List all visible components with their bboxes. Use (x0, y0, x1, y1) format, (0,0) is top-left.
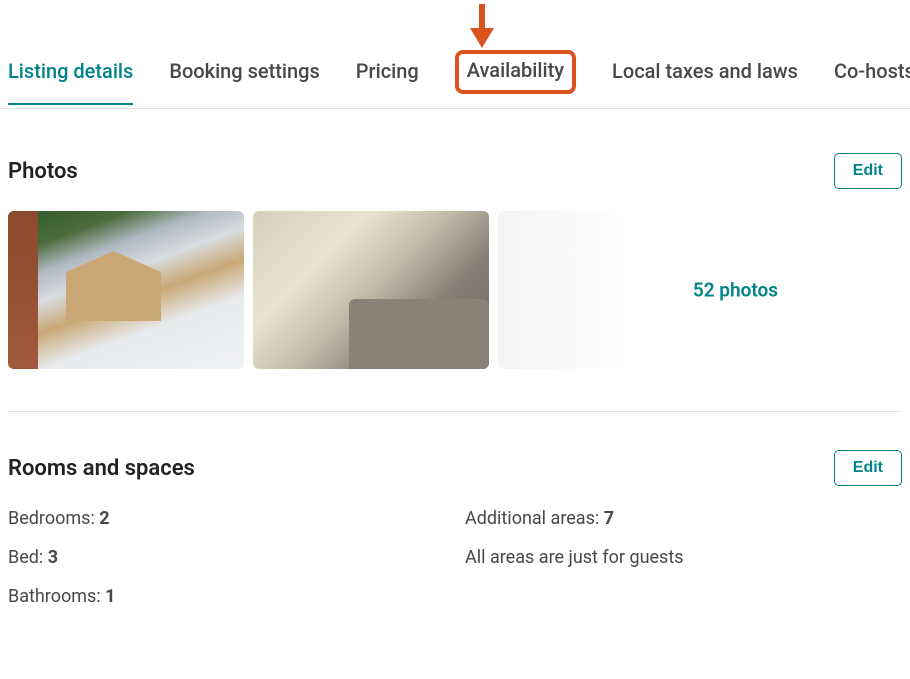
room-label: Bedrooms: (8, 508, 99, 529)
room-bed: Bed: 3 (8, 547, 445, 568)
room-bathrooms: Bathrooms: 1 (8, 586, 445, 607)
edit-rooms-button[interactable]: Edit (834, 450, 902, 486)
edit-photos-button[interactable]: Edit (834, 153, 902, 189)
room-additional-areas: Additional areas: 7 (465, 508, 902, 529)
photos-row: 52 photos (8, 211, 902, 412)
tab-co-hosts[interactable]: Co-hosts (834, 59, 910, 103)
annotation-arrow-icon (464, 2, 500, 52)
photo-thumbnail[interactable] (8, 211, 244, 369)
listing-tabs: Listing details Booking settings Pricing… (0, 0, 910, 109)
photos-title: Photos (8, 159, 78, 184)
photo-thumbnail[interactable] (253, 211, 489, 369)
tab-availability[interactable]: Availability (455, 50, 576, 94)
room-label: All areas are just for guests (465, 547, 684, 568)
tab-pricing[interactable]: Pricing (356, 59, 419, 103)
rooms-grid: Bedrooms: 2 Additional areas: 7 Bed: 3 A… (8, 508, 902, 607)
room-guests-note: All areas are just for guests (465, 547, 902, 568)
rooms-section: Rooms and spaces Edit Bedrooms: 2 Additi… (0, 450, 910, 607)
photos-section: Photos Edit 52 photos (0, 153, 910, 412)
room-label: Additional areas: (465, 508, 604, 529)
room-value: 7 (604, 508, 614, 529)
room-label: Bed: (8, 547, 48, 568)
photo-count-link[interactable]: 52 photos (693, 279, 778, 302)
rooms-header: Rooms and spaces Edit (8, 450, 902, 486)
room-value: 3 (48, 547, 58, 568)
room-value: 2 (99, 508, 109, 529)
rooms-title: Rooms and spaces (8, 456, 195, 481)
photos-header: Photos Edit (8, 153, 902, 189)
photo-thumbnail-more[interactable]: 52 photos (498, 211, 658, 369)
room-label: Bathrooms: (8, 586, 105, 607)
room-value: 1 (105, 586, 115, 607)
room-bedrooms: Bedrooms: 2 (8, 508, 445, 529)
tab-listing-details[interactable]: Listing details (8, 59, 133, 105)
tab-local-taxes-and-laws[interactable]: Local taxes and laws (612, 59, 798, 103)
tab-booking-settings[interactable]: Booking settings (169, 59, 319, 103)
